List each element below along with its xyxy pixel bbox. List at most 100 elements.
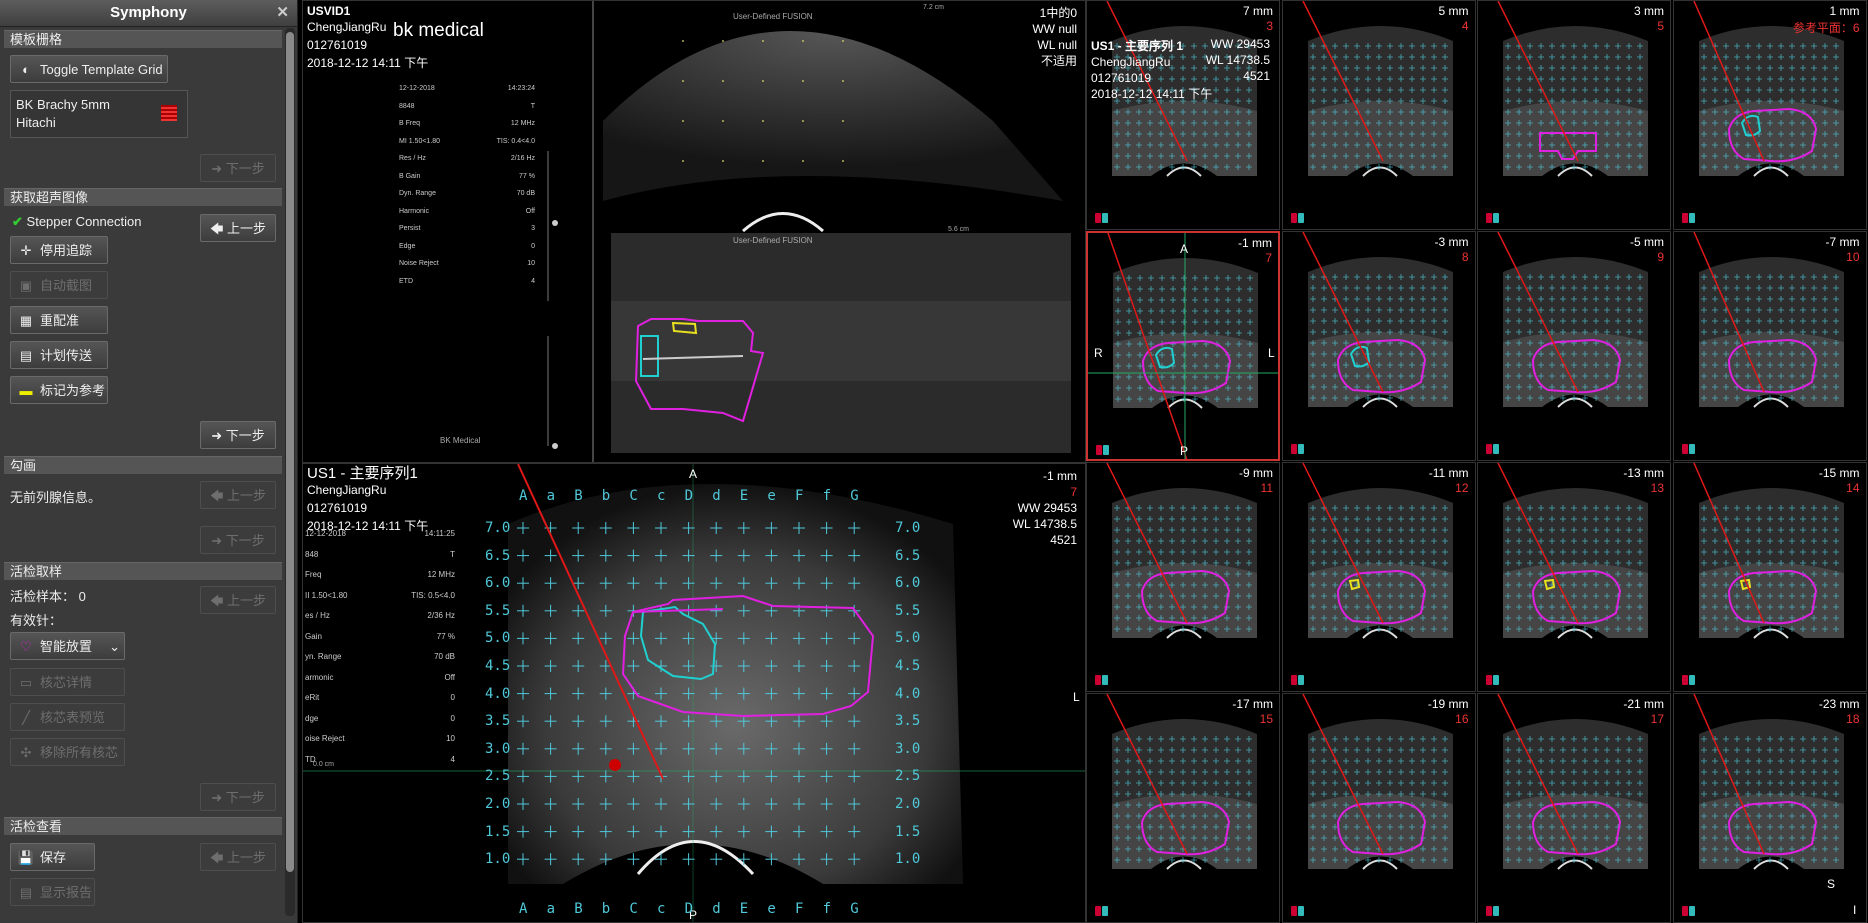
tile-image: [1486, 694, 1648, 916]
param-name: 848: [305, 549, 319, 559]
reregister-label: 重配准: [40, 313, 80, 328]
param-value: 10: [446, 734, 455, 743]
tile-index: 5: [1657, 19, 1664, 33]
param-name: ETD: [399, 277, 413, 285]
axial-viewport[interactable]: 0.0 cm US1 - 主要序列1 ChengJiangRu 01276101…: [302, 463, 1086, 923]
param-name: 12-12-2018: [305, 529, 346, 538]
param-value: 3: [531, 225, 535, 232]
grid-label: 6.0: [895, 575, 921, 592]
slice-tile[interactable]: 5 mm 4: [1281, 0, 1476, 230]
axial-mm: -1 mm: [1043, 469, 1077, 483]
param-name: Persist: [399, 225, 421, 232]
slice-tile[interactable]: -9 mm 11: [1086, 462, 1280, 692]
grid-label: G: [850, 488, 859, 504]
biopsy-count: 0: [78, 589, 86, 604]
slice-tile[interactable]: -13 mm 13: [1477, 462, 1671, 692]
slice-tile[interactable]: -11 mm 12: [1281, 462, 1476, 692]
grid-label: C: [629, 901, 638, 917]
slice-tile[interactable]: -23 mm 18: [1672, 693, 1867, 923]
show-report-button[interactable]: ▤ 显示报告: [10, 878, 95, 906]
slice-tile[interactable]: -3 mm 8: [1281, 231, 1476, 461]
grid-label: c: [657, 488, 666, 504]
param-name: B Freq: [399, 120, 421, 127]
usvid-frame: 1中的0: [1039, 6, 1077, 20]
toggle-template-grid-button[interactable]: ◐ Toggle Template Grid: [10, 55, 168, 83]
param-name: TD: [305, 754, 316, 764]
prev-button-4[interactable]: 🡄 上一步: [200, 843, 276, 871]
save-button[interactable]: 💾 保存: [10, 843, 95, 871]
prev-button-2[interactable]: 🡄 上一步: [200, 481, 276, 509]
template-selector[interactable]: BK Brachy 5mm Hitachi: [10, 90, 188, 138]
show-report-label: 显示报告: [40, 885, 93, 900]
param-name: II 1.50<1.80: [305, 590, 348, 600]
param-value: 77 %: [519, 172, 535, 180]
chevron-down-icon: ⌄: [109, 639, 120, 654]
prev-label: 上一步: [227, 593, 267, 608]
param-name: es / Hz: [305, 611, 330, 620]
template-name: BK Brachy 5mm: [16, 97, 110, 112]
grid-label: d: [712, 488, 721, 504]
slice-tile[interactable]: -5 mm 9: [1477, 231, 1671, 461]
slice-tile[interactable]: -1 mm 7 A P R L: [1086, 231, 1280, 461]
next-button-3[interactable]: ➜ 下一步: [200, 526, 276, 554]
prev-button-3[interactable]: 🡄 上一步: [200, 586, 276, 614]
usvid-id: 012761019: [307, 38, 368, 52]
usvid-wl: WL null: [1037, 38, 1077, 52]
scrollbar-thumb[interactable]: [286, 32, 294, 872]
param-name: yn. Range: [305, 652, 342, 661]
param-value: 0: [450, 693, 455, 702]
grid-label: 5.0: [895, 630, 921, 647]
tile-image: [1095, 463, 1257, 685]
slice-tile[interactable]: -21 mm 17: [1477, 693, 1671, 923]
next-button-1[interactable]: ➜ 下一步: [200, 154, 276, 182]
ruler-icon: ▬: [19, 383, 33, 398]
grid-label: b: [601, 488, 611, 504]
core-overview-button[interactable]: ╱ 核芯表预览: [10, 703, 125, 731]
next-button-2[interactable]: ➜ 下一步: [200, 421, 276, 449]
template-grid-icon: [161, 105, 177, 121]
grid-label: d: [712, 901, 721, 917]
slice-tile[interactable]: 3 mm 5: [1477, 0, 1671, 230]
grid-label: 6.5: [485, 547, 511, 564]
close-icon[interactable]: ✕: [276, 0, 289, 26]
us-video-viewport[interactable]: 5.6 cm 7.2 cm USVID1 ChengJiangRu 012761…: [302, 0, 1086, 463]
slice-tile[interactable]: 7 mm 3: [1086, 0, 1280, 230]
slice-tile[interactable]: 1 mm 参考平面：6: [1672, 0, 1867, 230]
tile-index: 参考平面：6: [1792, 21, 1860, 35]
orient-a: A: [1180, 242, 1189, 256]
core-detail-button[interactable]: ▭ 核芯详情: [10, 668, 125, 696]
slice-tile[interactable]: -15 mm 14: [1672, 462, 1867, 692]
tile-image: [1290, 694, 1453, 916]
series-datetime: 2018-12-12 14:11 下午: [1091, 87, 1213, 101]
grid-label: c: [657, 901, 666, 917]
prev-button-1[interactable]: 🡄 上一步: [200, 214, 276, 242]
slice-tile[interactable]: -17 mm 15: [1086, 693, 1280, 923]
panel-scrollbar[interactable]: [285, 28, 295, 916]
save-label: 保存: [40, 850, 67, 865]
slice-tile[interactable]: -19 mm 16: [1281, 693, 1476, 923]
param-name: armonic: [305, 672, 334, 682]
reregister-button[interactable]: ▦ 重配准: [10, 306, 108, 334]
remove-all-cores-button[interactable]: ✣ 移除所有核芯: [10, 738, 125, 766]
param-value: Off: [444, 672, 455, 682]
mark-reference-button[interactable]: ▬ 标记为参考: [10, 376, 108, 404]
usvid-datetime: 2018-12-12 14:11 下午: [307, 56, 429, 70]
slice-tile[interactable]: -7 mm 10: [1672, 231, 1867, 461]
tile-image: [1486, 232, 1648, 454]
axial-index: 7: [1070, 485, 1077, 499]
stop-tracking-button[interactable]: ✛ 停用追踪: [10, 236, 108, 264]
tile-index: 11: [1260, 481, 1273, 495]
grid-label: e: [767, 901, 776, 917]
stepper-status: ✔ Stepper Connection: [12, 214, 141, 230]
param-value: 4: [450, 754, 455, 764]
section-template-grid: 模板栅格: [4, 30, 282, 48]
grid-label: F: [795, 901, 804, 917]
register-icon: ▦: [19, 313, 33, 328]
tile-image: [1290, 232, 1453, 454]
smart-place-dropdown[interactable]: ♡ 智能放置 ⌄: [10, 632, 125, 660]
section-review: 活检查看: [4, 817, 282, 835]
plan-transfer-button[interactable]: ▤ 计划传送: [10, 341, 108, 369]
tile-depth: 3 mm: [1634, 4, 1664, 18]
next-button-4[interactable]: ➜ 下一步: [200, 783, 276, 811]
auto-capture-button[interactable]: ▣ 自动截图: [10, 271, 108, 299]
